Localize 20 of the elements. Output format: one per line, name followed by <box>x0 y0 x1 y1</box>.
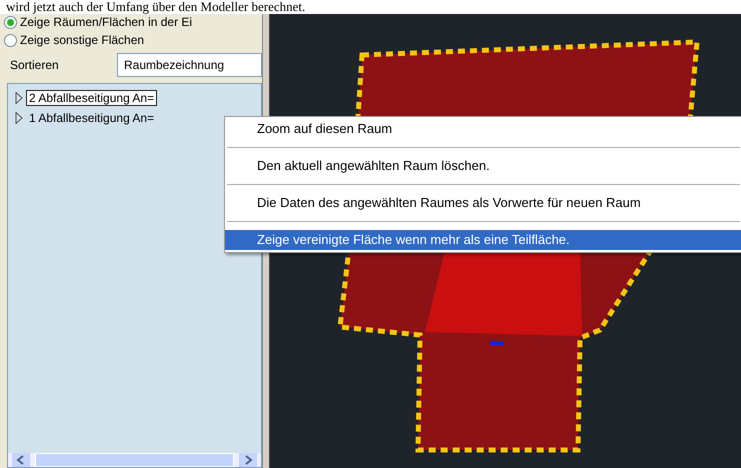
menu-item[interactable]: Die Daten des angewählten Raumes als Vorwerte für neuen Raum <box>225 193 741 213</box>
expand-icon[interactable] <box>15 92 23 104</box>
menu-item[interactable]: Den aktuell angewählten Raum löschen. <box>225 156 741 176</box>
sort-dropdown[interactable]: Raumbezeichnung <box>117 53 262 77</box>
menu-item[interactable]: Zeige vereinigte Fläche wenn mehr als eine Teilfläche. <box>225 230 741 250</box>
radio-button[interactable] <box>4 34 17 46</box>
radio-button[interactable] <box>4 16 17 28</box>
tree-item[interactable]: 1 Abfallbeseitigung An= <box>26 110 158 126</box>
tree-item[interactable]: 2 Abfallbeseitigung An= <box>26 90 158 106</box>
menu-item[interactable]: Zoom auf diesen Raum <box>225 119 741 139</box>
sort-label: Sortieren <box>10 58 60 72</box>
caption-text: wird jetzt auch der Umfang über den Modeller berechnet. <box>5 0 306 14</box>
scroll-right-icon[interactable] <box>239 453 257 467</box>
room-label-mark <box>490 341 504 345</box>
expand-icon[interactable] <box>15 112 23 124</box>
radio-label: Zeige Räumen/Flächen in der Ei <box>20 15 192 29</box>
horizontal-scrollbar[interactable] <box>8 453 261 467</box>
radio-label: Zeige sonstige Flächen <box>20 33 144 47</box>
scroll-left-icon[interactable] <box>12 453 30 467</box>
scroll-thumb[interactable] <box>35 453 234 467</box>
